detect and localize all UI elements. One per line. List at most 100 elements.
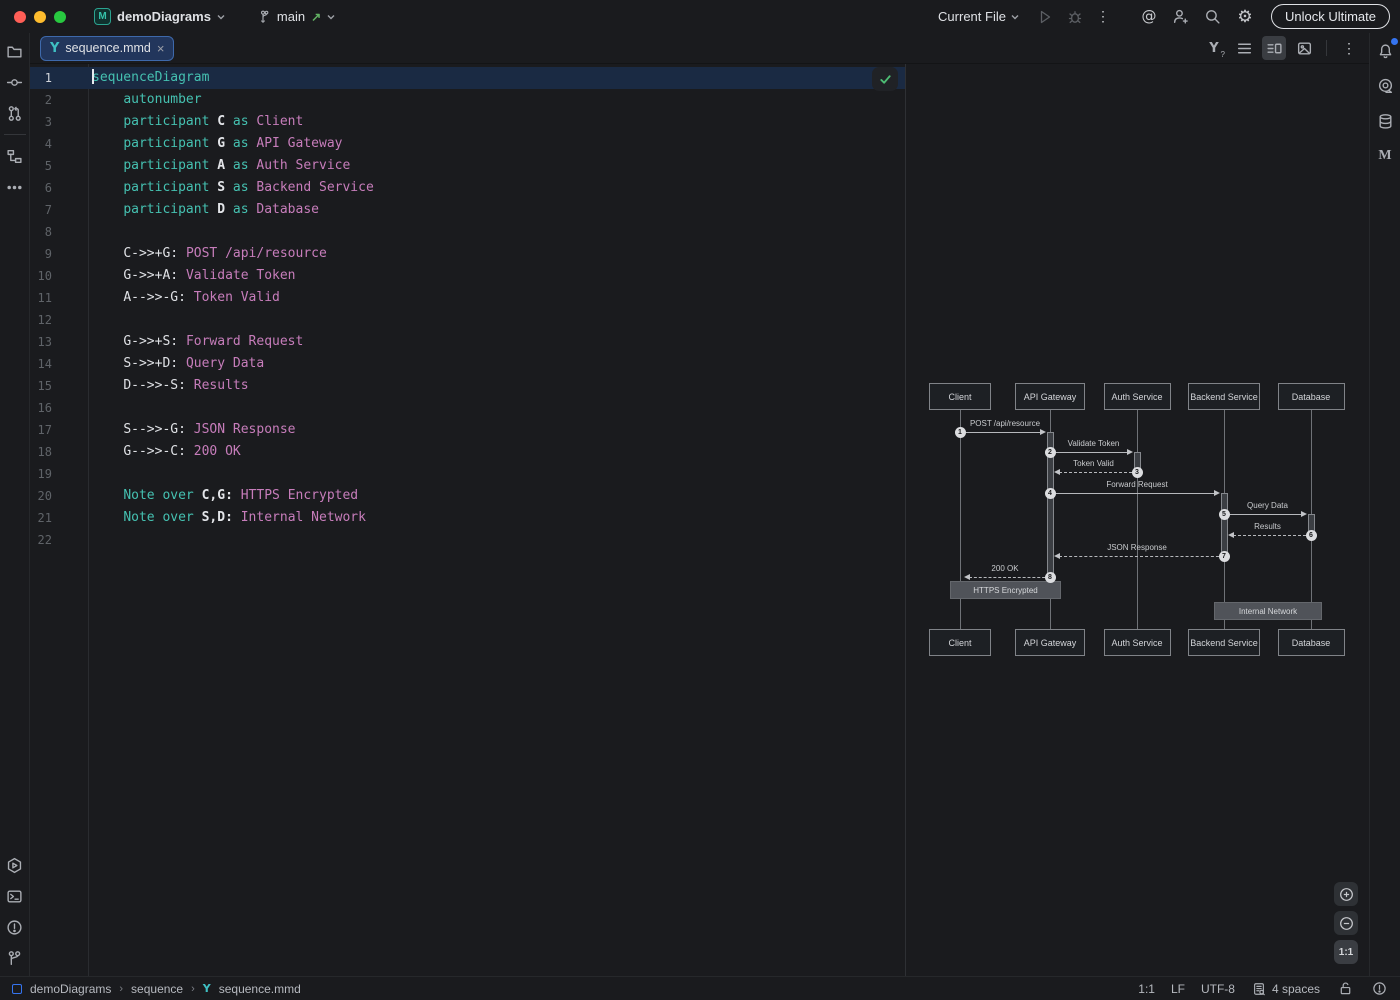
code-line[interactable]: 14 S->>+D: Query Data [30,353,905,375]
code-text: S-->>-G: JSON Response [89,419,296,441]
project-icon: M [94,8,111,25]
breadcrumb-project[interactable]: demoDiagrams [30,982,111,996]
code-line[interactable]: 19 [30,463,905,485]
settings-gear-icon[interactable]: ⚙ [1233,5,1257,29]
terminal-icon[interactable] [3,884,27,908]
git-tool-icon[interactable] [3,946,27,970]
participant-box: API Gateway [1015,383,1085,410]
code-text: participant C as Client [89,111,303,133]
message-line [1050,452,1128,453]
notifications-bell-icon[interactable] [1373,39,1397,63]
note-box: HTTPS Encrypted [950,581,1061,599]
code-line[interactable]: 4 participant G as API Gateway [30,133,905,155]
code-text: participant S as Backend Service [89,177,374,199]
project-folder-icon[interactable] [3,39,27,63]
search-icon[interactable] [1201,5,1225,29]
message-label: Token Valid [1073,459,1114,468]
run-configuration-selector[interactable]: Current File [938,9,1019,24]
structure-icon[interactable] [3,144,27,168]
debug-button[interactable] [1063,5,1087,29]
code-line[interactable]: 8 [30,221,905,243]
indent-doc-icon [1251,981,1267,997]
caret-position-widget[interactable]: 1:1 [1138,982,1155,996]
zoom-reset-button[interactable]: 1:1 [1334,940,1358,964]
close-tab-icon[interactable]: × [157,42,165,55]
line-number: 3 [30,111,52,133]
mermaid-panel-icon[interactable]: M [1373,144,1397,168]
maximize-window-button[interactable] [54,11,66,23]
message-arrowhead [1040,429,1046,435]
tab-bar: Y sequence.mmd × Y? ⋮ [30,33,1369,64]
chevron-down-icon [217,13,225,21]
code-line[interactable]: 10 G->>+A: Validate Token [30,265,905,287]
message-arrowhead [1214,490,1220,496]
unlock-ultimate-button[interactable]: Unlock Ultimate [1271,4,1390,29]
close-window-button[interactable] [14,11,26,23]
code-text: participant G as API Gateway [89,133,342,155]
code-line[interactable]: 9 C->>+G: POST /api/resource [30,243,905,265]
project-widget[interactable]: M demoDiagrams [88,5,231,28]
services-icon[interactable] [3,853,27,877]
breadcrumb-file[interactable]: sequence.mmd [219,982,301,996]
split-view-icon[interactable] [1262,36,1286,60]
more-tool-windows-icon[interactable] [3,175,27,199]
message-arrowhead [1127,449,1133,455]
preview-only-view-icon[interactable] [1292,36,1316,60]
tab-sequence-mmd[interactable]: Y sequence.mmd × [40,36,174,61]
ai-assistant-panel-icon[interactable] [1373,74,1397,98]
vcs-widget[interactable]: main ↗ [249,6,341,28]
code-area: 1sequenceDiagram2 autonumber3 participan… [30,67,905,551]
participant-box: Client [929,629,991,656]
commit-icon[interactable] [3,70,27,94]
code-line[interactable]: 6 participant S as Backend Service [30,177,905,199]
code-line[interactable]: 12 [30,309,905,331]
add-user-icon[interactable] [1169,5,1193,29]
mermaid-version-icon[interactable]: Y? [1202,36,1226,60]
ai-assistant-icon[interactable]: @ [1137,5,1161,29]
code-line[interactable]: 5 participant A as Auth Service [30,155,905,177]
more-actions-button[interactable]: ⋮ [1091,5,1115,29]
code-line[interactable]: 20 Note over C,G: HTTPS Encrypted [30,485,905,507]
line-ending-widget[interactable]: LF [1171,982,1185,996]
code-line[interactable]: 11 A-->>-G: Token Valid [30,287,905,309]
code-line[interactable]: 21 Note over S,D: Internal Network [30,507,905,529]
main-area: Y sequence.mmd × Y? ⋮ 1sequenceDiagram2 … [0,33,1400,976]
unlock-icon[interactable] [1336,980,1354,998]
pull-requests-icon[interactable] [3,101,27,125]
message-line [1059,472,1137,473]
breadcrumb-folder[interactable]: sequence [131,982,183,996]
participant-box: Backend Service [1188,383,1260,410]
zoom-out-button[interactable] [1334,911,1358,935]
note-box: Internal Network [1214,602,1322,620]
zoom-in-button[interactable] [1334,882,1358,906]
inspections-widget[interactable] [872,67,898,91]
problems-icon[interactable] [3,915,27,939]
encoding-widget[interactable]: UTF-8 [1201,982,1235,996]
code-line[interactable]: 16 [30,397,905,419]
line-number: 4 [30,133,52,155]
code-line[interactable]: 1sequenceDiagram [30,67,905,89]
code-line[interactable]: 13 G->>+S: Forward Request [30,331,905,353]
code-editor[interactable]: 1sequenceDiagram2 autonumber3 participan… [30,64,905,976]
code-line[interactable]: 17 S-->>-G: JSON Response [30,419,905,441]
editor-options-button[interactable]: ⋮ [1337,36,1361,60]
code-line[interactable]: 3 participant C as Client [30,111,905,133]
code-line[interactable]: 7 participant D as Database [30,199,905,221]
line-number: 19 [30,463,52,485]
minimize-window-button[interactable] [34,11,46,23]
code-line[interactable]: 2 autonumber [30,89,905,111]
message-label: Forward Request [1106,480,1167,489]
message-label: 200 OK [991,564,1018,573]
error-analysis-icon[interactable] [1370,980,1388,998]
run-button[interactable] [1033,5,1057,29]
code-line[interactable]: 18 G-->>-C: 200 OK [30,441,905,463]
line-number: 16 [30,397,52,419]
code-text: autonumber [89,89,202,111]
indent-widget[interactable]: 4 spaces [1251,981,1320,997]
left-toolbar [0,33,30,976]
editor-only-view-icon[interactable] [1232,36,1256,60]
push-arrow-icon: ↗ [311,10,321,24]
code-line[interactable]: 22 [30,529,905,551]
database-panel-icon[interactable] [1373,109,1397,133]
code-line[interactable]: 15 D-->>-S: Results [30,375,905,397]
